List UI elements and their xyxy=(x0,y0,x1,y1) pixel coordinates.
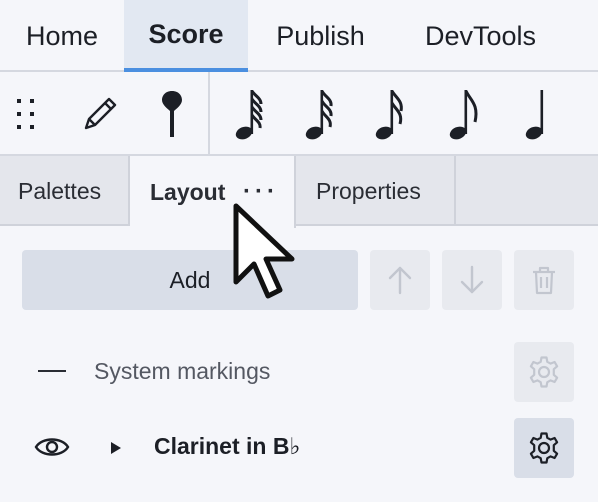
move-down-button[interactable] xyxy=(442,250,502,310)
tab-devtools-label: DevTools xyxy=(424,20,537,51)
eighth-note-icon[interactable] xyxy=(440,72,490,156)
trash-icon xyxy=(533,266,555,295)
tab-palettes[interactable]: Palettes xyxy=(0,156,130,226)
menu-bar: Home Score Publish DevTools xyxy=(0,0,598,72)
gear-icon xyxy=(529,432,559,464)
tab-layout-label: Layout xyxy=(150,178,226,205)
add-button[interactable]: Add xyxy=(22,250,358,310)
tab-palettes-label: Palettes xyxy=(18,177,102,204)
move-up-button[interactable] xyxy=(370,250,430,310)
thirty-second-note-icon[interactable] xyxy=(296,72,346,156)
sixteenth-note-icon[interactable] xyxy=(366,72,416,156)
row-instrument-label: Clarinet in B♭ xyxy=(154,433,301,459)
tab-publish[interactable]: Publish xyxy=(248,0,393,72)
tab-score[interactable]: Score xyxy=(124,0,248,72)
tab-home-label: Home xyxy=(25,20,99,51)
gear-icon xyxy=(529,356,559,388)
add-button-label: Add xyxy=(169,266,211,293)
tab-score-label: Score xyxy=(148,18,224,49)
tab-home[interactable]: Home xyxy=(0,0,124,72)
pencil-icon[interactable] xyxy=(72,72,128,156)
instrument-settings-button[interactable] xyxy=(514,418,574,478)
tab-properties[interactable]: Properties xyxy=(296,156,456,226)
drag-handle-icon[interactable] xyxy=(6,72,48,156)
system-markings-settings-button[interactable] xyxy=(514,342,574,402)
mouse-cursor-icon xyxy=(230,202,302,305)
tab-devtools[interactable]: DevTools xyxy=(393,0,568,72)
collapse-dash-icon xyxy=(38,370,66,372)
delete-button[interactable] xyxy=(514,250,574,310)
tab-publish-label: Publish xyxy=(276,20,365,51)
tab-properties-label: Properties xyxy=(316,177,421,204)
arrow-down-icon xyxy=(460,265,484,294)
arrow-up-icon xyxy=(388,266,412,295)
note-input-toolbar xyxy=(0,72,598,156)
visibility-eye-icon[interactable] xyxy=(34,434,70,465)
sixty-fourth-note-icon[interactable] xyxy=(226,72,276,156)
quarter-note-icon[interactable] xyxy=(514,72,564,156)
toolbar-divider xyxy=(208,72,210,156)
pin-icon[interactable] xyxy=(148,72,196,156)
expand-triangle-icon[interactable] xyxy=(110,441,122,460)
row-system-markings-label: System markings xyxy=(94,358,271,384)
